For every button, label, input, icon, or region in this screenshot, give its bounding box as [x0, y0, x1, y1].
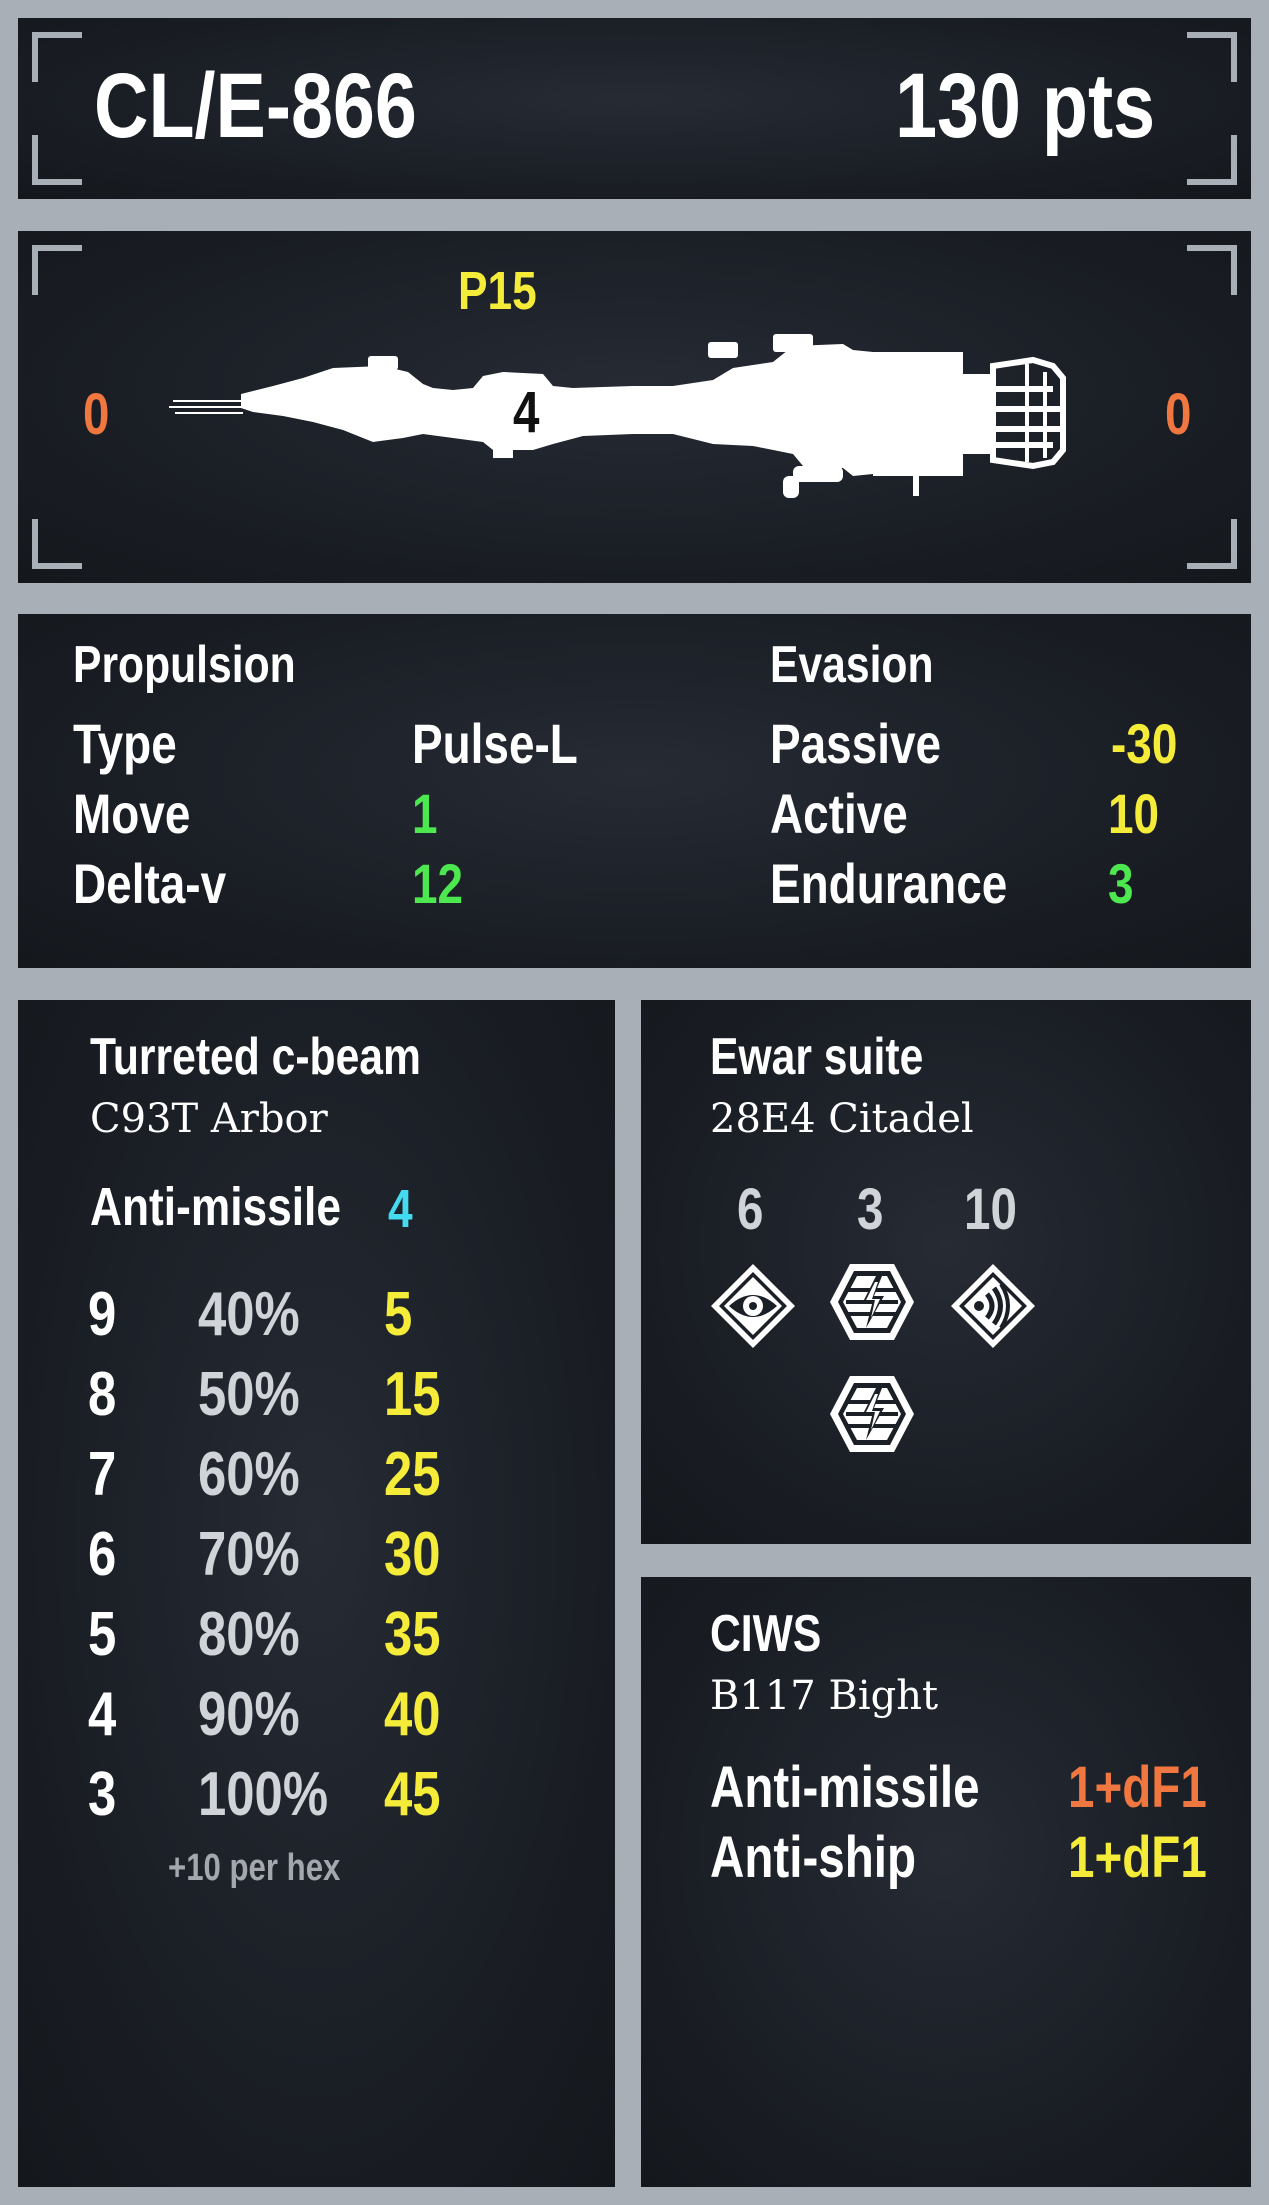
- table-range: 6: [88, 1520, 117, 1589]
- propulsion-title: Propulsion: [73, 636, 296, 694]
- table-range: 7: [88, 1440, 117, 1509]
- table-damage: 15: [384, 1360, 441, 1429]
- ciws-value-anti-missile: 1+dF1: [1068, 1755, 1207, 1820]
- table-chance: 90%: [198, 1680, 300, 1749]
- table-chance: 60%: [198, 1440, 300, 1509]
- jamming-hex-icon: [830, 1376, 914, 1452]
- table-range: 3: [88, 1760, 117, 1829]
- ewar-title: Ewar suite: [710, 1028, 924, 1086]
- evasion-label-active: Active: [770, 782, 908, 845]
- evasion-label-endurance: Endurance: [770, 852, 1008, 915]
- ciws-title: CIWS: [710, 1605, 822, 1663]
- left-armor-value: 0: [83, 382, 110, 447]
- ewar-value: 6: [737, 1177, 764, 1242]
- table-range: 4: [88, 1680, 117, 1749]
- propulsion-value-type: Pulse-L: [412, 712, 578, 775]
- ewar-panel: Ewar suite 28E4 Citadel 6 3 10: [641, 1000, 1251, 1544]
- propulsion-label-deltav: Delta-v: [73, 852, 227, 915]
- evasion-value-passive: -30: [1111, 712, 1178, 775]
- table-range: 8: [88, 1360, 117, 1429]
- table-range: 9: [88, 1280, 117, 1349]
- table-damage: 45: [384, 1760, 441, 1829]
- weapon-title: Turreted c-beam: [90, 1028, 421, 1086]
- anti-missile-label: Anti-missile: [90, 1177, 341, 1237]
- evasion-label-passive: Passive: [770, 712, 942, 775]
- propulsion-label-type: Type: [73, 712, 177, 775]
- corner-bracket: [32, 245, 82, 295]
- corner-bracket: [1187, 245, 1237, 295]
- table-damage: 30: [384, 1520, 441, 1589]
- table-chance: 100%: [198, 1760, 329, 1829]
- evasion-title: Evasion: [770, 636, 934, 694]
- anti-missile-value: 4: [388, 1179, 413, 1239]
- ship-silhouette: [169, 334, 1066, 498]
- jamming-hex-icon: [830, 1264, 914, 1340]
- ship-designation: CL/E-866: [94, 55, 417, 157]
- points-cost: 130 pts: [895, 55, 1155, 157]
- corner-bracket: [32, 32, 82, 82]
- propulsion-label-move: Move: [73, 782, 191, 845]
- right-armor-value: 0: [1165, 382, 1192, 447]
- table-damage: 35: [384, 1600, 441, 1669]
- propulsion-value-deltav: 12: [412, 852, 464, 915]
- table-chance: 40%: [198, 1280, 300, 1349]
- header-panel: CL/E-866 130 pts: [18, 18, 1251, 199]
- eye-sensor-icon: [711, 1264, 795, 1348]
- corner-bracket: [1187, 32, 1237, 82]
- propulsion-value-move: 1: [412, 782, 438, 845]
- evasion-value-active: 10: [1108, 782, 1160, 845]
- table-damage: 25: [384, 1440, 441, 1509]
- ciws-model: B117 Bight: [710, 1673, 939, 1719]
- ewar-model: 28E4 Citadel: [710, 1096, 974, 1142]
- table-damage: 5: [384, 1280, 413, 1349]
- corner-bracket: [32, 135, 82, 185]
- corner-bracket: [1187, 519, 1237, 569]
- weapon-panel: Turreted c-beam C93T Arbor Anti-missile …: [18, 1000, 615, 2187]
- table-damage: 40: [384, 1680, 441, 1749]
- table-chance: 70%: [198, 1520, 300, 1589]
- ewar-value: 3: [857, 1177, 884, 1242]
- stats-panel: Propulsion Type Pulse-L Move 1 Delta-v 1…: [18, 614, 1251, 968]
- corner-bracket: [32, 519, 82, 569]
- table-chance: 80%: [198, 1600, 300, 1669]
- ciws-value-anti-ship: 1+dF1: [1068, 1825, 1207, 1890]
- ewar-value: 10: [964, 1177, 1017, 1242]
- ship-panel: P15 0 0 4: [18, 231, 1251, 583]
- ciws-panel: CIWS B117 Bight Anti-missile 1+dF1 Anti-…: [641, 1577, 1251, 2187]
- evasion-value-endurance: 3: [1108, 852, 1134, 915]
- ciws-label-anti-missile: Anti-missile: [710, 1755, 980, 1820]
- weapon-model: C93T Arbor: [90, 1096, 328, 1142]
- table-range: 5: [88, 1600, 117, 1669]
- corner-bracket: [1187, 135, 1237, 185]
- signal-wave-icon: [951, 1264, 1035, 1348]
- ciws-label-anti-ship: Anti-ship: [710, 1825, 917, 1890]
- range-note: +10 per hex: [168, 1847, 341, 1889]
- profile-label: P15: [458, 261, 537, 321]
- center-value: 4: [513, 380, 540, 445]
- table-chance: 50%: [198, 1360, 300, 1429]
